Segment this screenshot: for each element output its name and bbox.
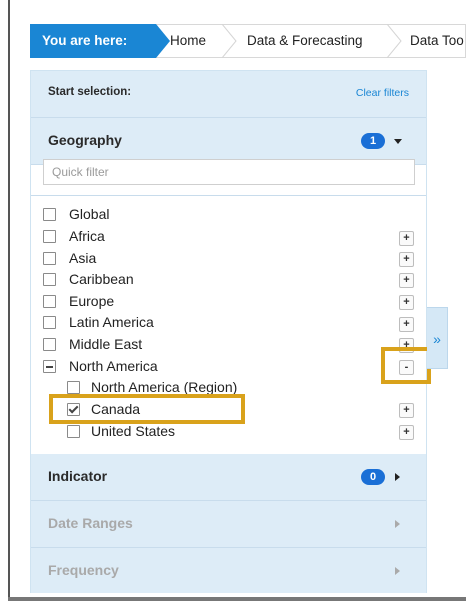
checkbox[interactable] [67,425,80,438]
expand-canada-button[interactable]: + [399,403,414,418]
checkbox[interactable] [43,273,56,286]
geography-count-badge: 1 [361,133,385,149]
chevron-right-icon [395,567,400,575]
breadcrumb-separator-icon [385,24,403,58]
checkbox[interactable] [43,295,56,308]
breadcrumb-you-are-here: You are here: [30,24,156,58]
item-label: Middle East [69,336,143,352]
checkbox[interactable] [43,252,56,265]
checkbox[interactable] [67,381,80,394]
chevron-right-icon [395,520,400,528]
chevron-right-icon [395,473,400,481]
frequency-section-header[interactable]: Frequency [31,548,426,593]
item-label: North America [69,358,158,374]
start-selection-header: Start selection: Clear filters [31,71,426,118]
item-label: Africa [69,228,105,244]
geography-list: Global Africa + Asia + Caribbean + Europ… [31,201,431,451]
expand-caribbean-button[interactable]: + [399,273,414,288]
breadcrumb-data-tools[interactable]: Data Too [410,24,464,58]
geography-section-header[interactable]: Geography 1 [31,118,426,165]
breadcrumb-home[interactable]: Home [170,24,206,58]
date-ranges-title: Date Ranges [48,515,133,531]
start-selection-label: Start selection: [48,86,132,98]
expand-europe-button[interactable]: + [399,295,414,310]
checkbox[interactable] [43,208,56,221]
breadcrumb-separator-icon [220,24,238,58]
checkbox[interactable] [43,316,56,329]
geography-title: Geography [48,132,122,148]
checkbox[interactable] [43,230,56,243]
item-label: Latin America [69,314,154,330]
breadcrumb: You are here: Home Data & Forecasting Da… [30,24,466,58]
collapse-panel-tab[interactable]: » [427,307,448,369]
chevron-down-icon [394,139,402,144]
expand-latin-america-button[interactable]: + [399,317,414,332]
item-label: Global [69,206,110,222]
quick-filter-divider [31,195,426,196]
breadcrumb-data-forecasting[interactable]: Data & Forecasting [247,24,363,58]
item-label: Europe [69,293,115,309]
clear-filters-link[interactable]: Clear filters [356,87,409,99]
checkbox-partial[interactable] [43,360,56,373]
expand-united-states-button[interactable]: + [399,425,414,440]
double-chevron-right-icon: » [433,331,441,347]
expand-asia-button[interactable]: + [399,252,414,267]
date-ranges-section-header[interactable]: Date Ranges [31,501,426,548]
expand-africa-button[interactable]: + [399,231,414,246]
item-label: Asia [69,250,97,266]
highlight-box-canada [49,394,245,424]
indicator-title: Indicator [48,468,108,484]
breadcrumb-here-arrow [156,24,170,58]
quick-filter-input[interactable] [43,159,415,185]
window-bottom-edge [8,597,466,601]
filter-panel: Start selection: Clear filters Geography… [30,70,431,593]
item-label: Caribbean [69,271,134,287]
frequency-title: Frequency [48,562,119,578]
highlight-box-collapse [381,347,431,384]
indicator-section-header[interactable]: Indicator 0 [31,454,426,501]
item-label: United States [91,423,176,439]
checkbox[interactable] [43,338,56,351]
indicator-count-badge: 0 [361,469,385,485]
